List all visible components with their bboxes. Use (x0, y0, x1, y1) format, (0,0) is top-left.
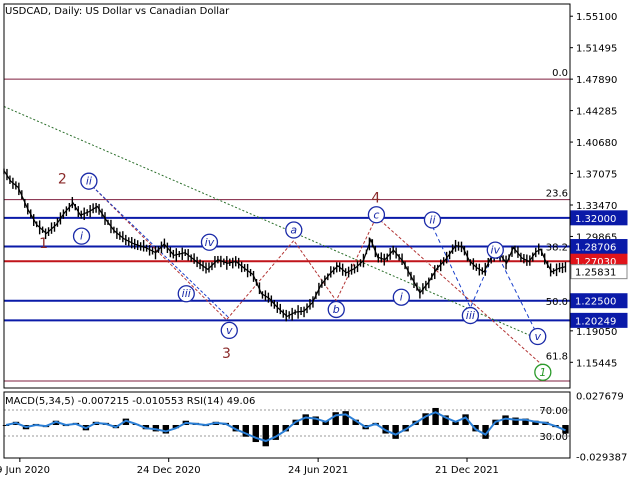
fib-label: 50.0 (546, 297, 568, 308)
wave-label-circled: i (400, 291, 403, 304)
wave-label-major: 3 (222, 346, 231, 362)
chart-root: 0.023.638.250.061.82143iii iviiivabc iiiiv… (0, 0, 640, 480)
fib-label: 0.0 (552, 68, 568, 79)
wave-label-circled: b (333, 303, 340, 316)
wave-label-major: 4 (371, 191, 380, 207)
sub-y-tick-label: 0.027679 (576, 392, 624, 403)
x-tick-label: 21 Dec 2021 (435, 465, 499, 476)
main-chart-title: USDCAD, Daily: US Dollar vs Canadian Dol… (5, 6, 230, 17)
price-box-label: 1.32000 (575, 214, 616, 225)
y-tick-label: 1.37075 (576, 170, 617, 181)
wave-label-circled: ii (86, 175, 92, 188)
price-box-label: 1.20249 (575, 316, 616, 327)
price-box-label: 1.28706 (575, 243, 616, 254)
macd-bar (302, 414, 309, 425)
macd-bar (432, 407, 439, 425)
y-tick-label: 1.44285 (576, 107, 617, 118)
wave-label-circled: ii (429, 214, 435, 227)
wave-label-circled: iv (490, 244, 500, 257)
x-tick-label: 24 Dec 2020 (137, 465, 201, 476)
wave-label-major: 2 (58, 172, 67, 188)
price-box-label: 1.22500 (575, 297, 616, 308)
sub-y-tick-label: -0.029387 (576, 452, 627, 463)
x-tick-label: 29 Jun 2020 (0, 465, 50, 476)
wave-label-circled: v (534, 330, 541, 343)
y-tick-label: 1.15445 (576, 358, 617, 369)
wave-label-circled: a (290, 224, 297, 237)
rsi-30-label: 30.00 (539, 432, 568, 443)
indicator-title: MACD(5,34,5) -0.007215 -0.010553 RSI(14)… (5, 396, 255, 407)
wave-label-major: 1 (39, 236, 48, 252)
rsi-70-label: 70.00 (539, 406, 568, 417)
fib-label: 38.2 (546, 243, 568, 254)
wave-label-circled: iii (182, 287, 191, 300)
wave-label-circled: iv (205, 236, 215, 249)
wave-label-circled: v (226, 324, 233, 337)
macd-bar (262, 425, 269, 447)
wave-label-circled: c (373, 208, 379, 221)
fib-label: 61.8 (546, 352, 568, 363)
macd-bar (332, 412, 339, 425)
y-tick-label: 1.55100 (576, 12, 617, 23)
wave-label-circled: 1 (539, 366, 546, 379)
y-tick-label: 1.51495 (576, 44, 617, 55)
fib-label: 23.6 (546, 189, 568, 200)
wave-label-circled: i (80, 230, 83, 243)
y-tick-label: 1.40680 (576, 138, 617, 149)
x-tick-label: 24 Jun 2021 (288, 465, 348, 476)
price-box-label: 1.25831 (575, 268, 616, 279)
wave-label-circled: iii (466, 309, 475, 322)
y-tick-label: 1.47890 (576, 75, 617, 86)
macd-bar (342, 411, 349, 425)
macd-bar (392, 425, 399, 439)
y-tick-label: 1.19050 (576, 327, 617, 338)
